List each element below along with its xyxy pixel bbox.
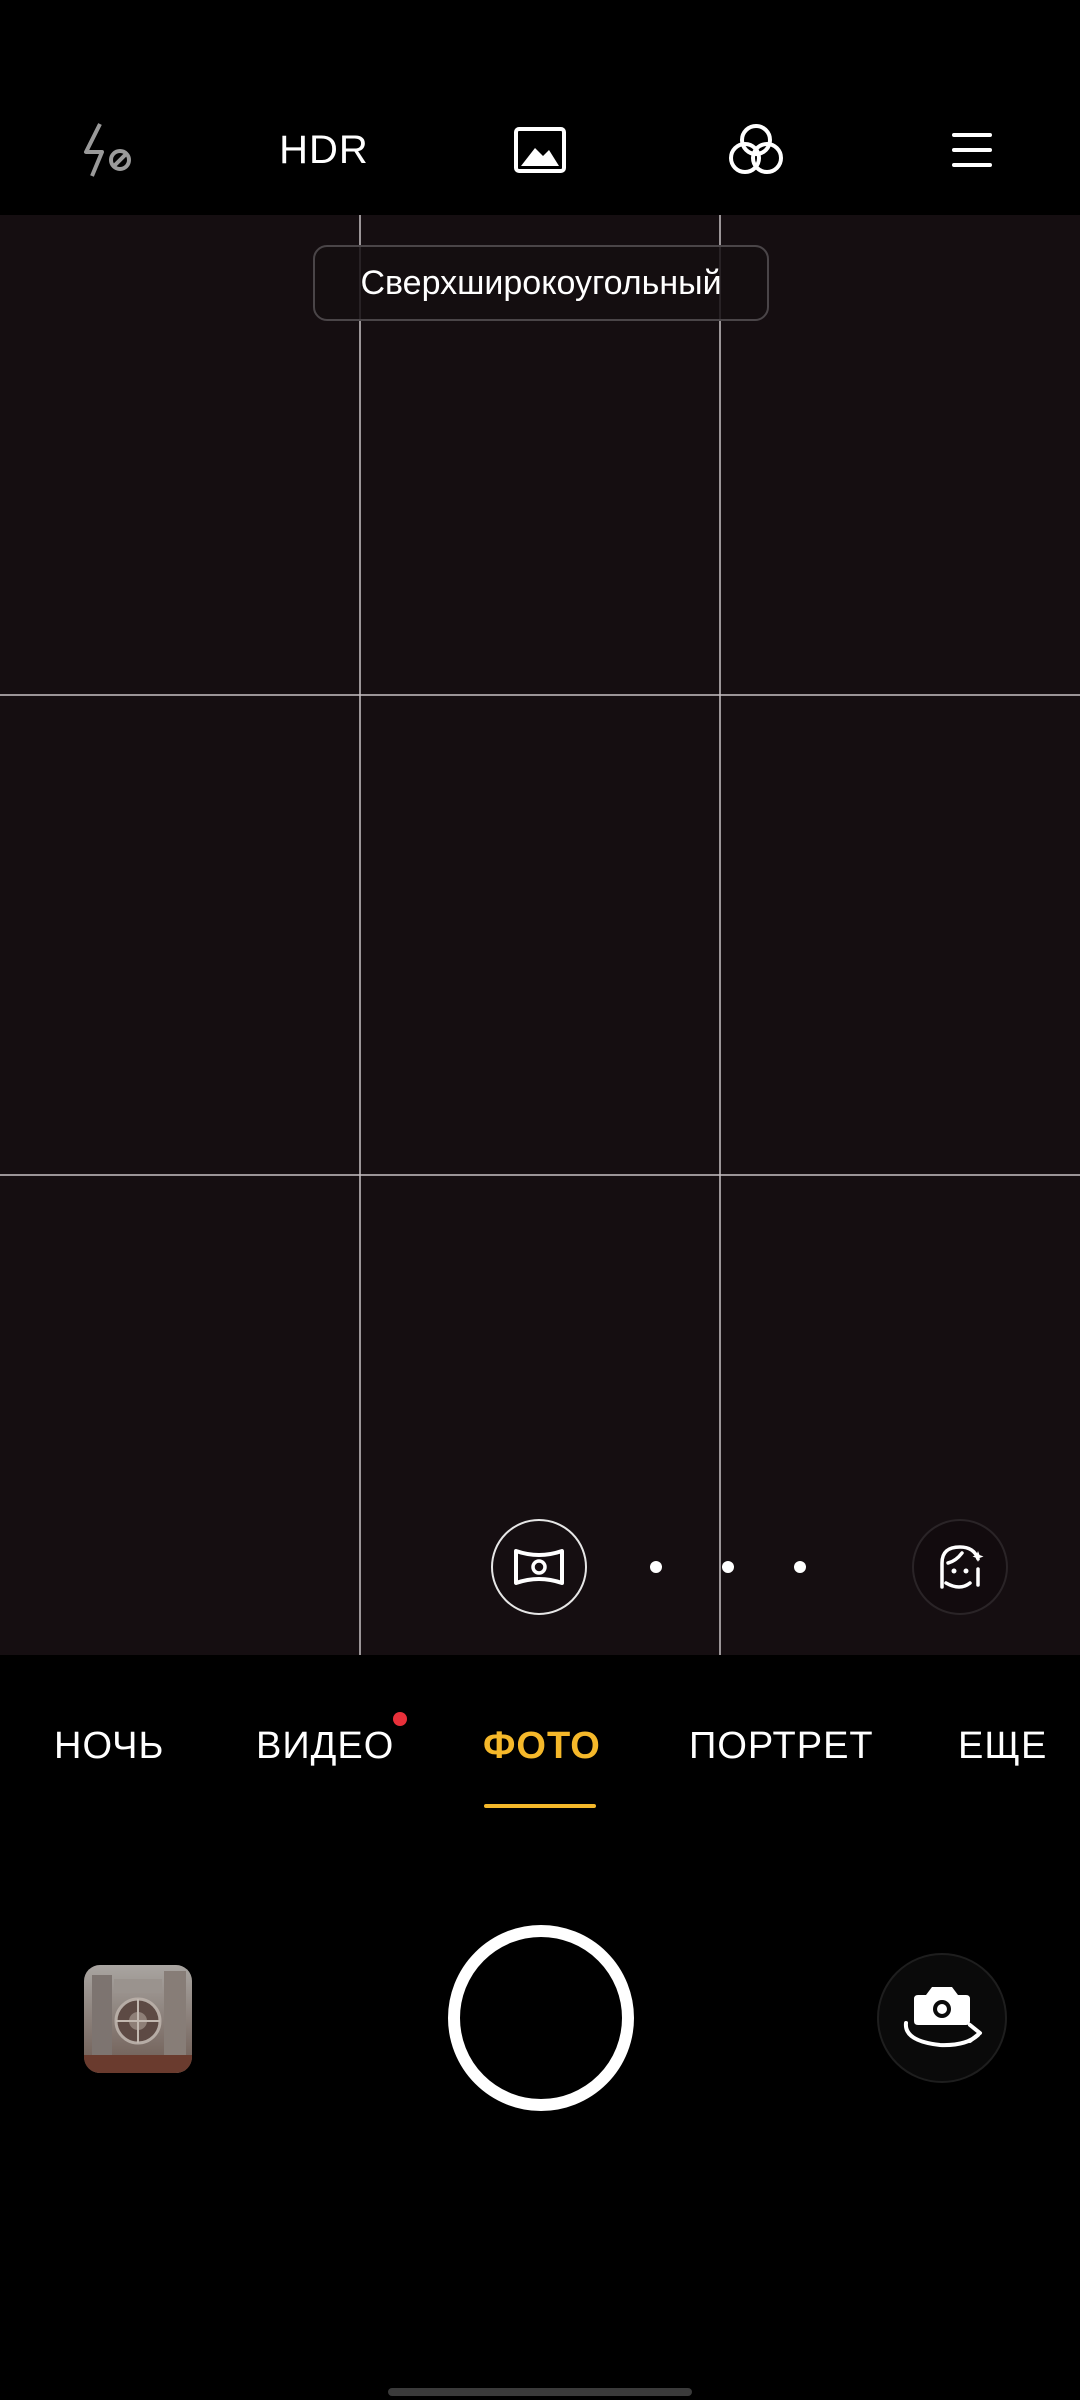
active-mode-indicator (484, 1804, 596, 1808)
beauty-mode-button[interactable] (912, 1519, 1008, 1615)
settings-menu-button[interactable] (922, 100, 1022, 200)
camera-switch-icon (903, 1987, 982, 2048)
home-indicator[interactable] (388, 2388, 692, 2396)
aspect-ratio-button[interactable] (490, 100, 590, 200)
gallery-thumbnail-button[interactable] (84, 1965, 192, 2073)
grid-line-vertical-1 (359, 215, 361, 1655)
image-frame-icon (514, 127, 566, 173)
flash-toggle-button[interactable] (58, 100, 158, 200)
capture-controls (0, 1835, 1080, 2235)
last-photo-thumbnail (84, 1965, 192, 2073)
panorama-lens-button[interactable] (491, 1519, 587, 1615)
mode-selector: НОЧЬ ВИДЕО ФОТО ПОРТРЕТ ЕЩЕ (0, 1655, 1080, 1835)
hdr-button[interactable]: HDR (274, 100, 374, 200)
panorama-lens-icon (514, 1549, 564, 1585)
lens-mode-text: Сверхширокоугольный (360, 263, 722, 302)
zoom-dot-1[interactable] (650, 1561, 662, 1573)
camera-viewfinder[interactable]: Сверхширокоугольный (0, 215, 1080, 1655)
hdr-label: HDR (279, 127, 369, 172)
shutter-button[interactable] (448, 1925, 634, 2111)
mode-video[interactable]: ВИДЕО (256, 1725, 394, 1768)
color-filters-icon (729, 124, 783, 174)
grid-line-horizontal-1 (0, 694, 1080, 696)
flash-off-icon (84, 123, 131, 177)
zoom-dot-2[interactable] (722, 1561, 734, 1573)
beauty-face-icon (940, 1545, 984, 1589)
grid-line-vertical-2 (719, 215, 721, 1655)
mode-night[interactable]: НОЧЬ (54, 1725, 164, 1768)
mode-photo[interactable]: ФОТО (483, 1725, 601, 1768)
zoom-dot-3[interactable] (794, 1561, 806, 1573)
new-feature-badge (393, 1712, 407, 1726)
lens-mode-label: Сверхширокоугольный (313, 245, 769, 321)
top-toolbar: HDR (0, 0, 1080, 215)
mode-more[interactable]: ЕЩЕ (958, 1725, 1047, 1768)
switch-camera-button[interactable] (877, 1953, 1007, 2083)
mode-portrait[interactable]: ПОРТРЕТ (689, 1725, 874, 1768)
menu-icon (952, 133, 992, 167)
filters-button[interactable] (706, 100, 806, 200)
grid-line-horizontal-2 (0, 1174, 1080, 1176)
